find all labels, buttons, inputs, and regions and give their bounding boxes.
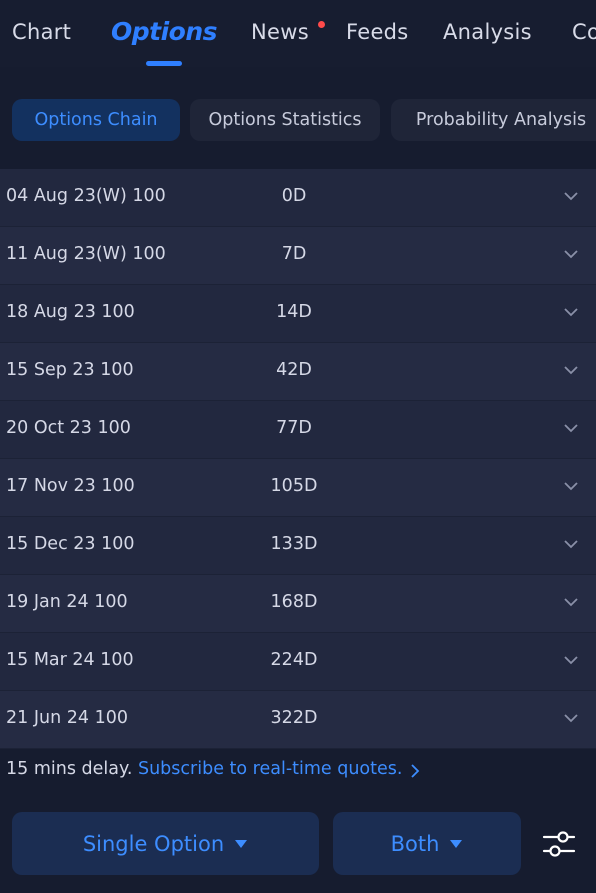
chevron-down-icon[interactable] (562, 247, 580, 261)
expiration-row[interactable]: 18 Aug 23 100 14D (0, 285, 596, 343)
nav-tab-feeds[interactable]: Feeds (346, 20, 409, 44)
days-to-expiry: 224D (270, 650, 318, 670)
notification-dot (318, 21, 325, 28)
expiration-date: 18 Aug 23 100 (6, 302, 135, 322)
expiration-date: 15 Mar 24 100 (6, 650, 134, 670)
days-to-expiry: 0D (281, 186, 307, 206)
option-type-label: Single Option (82, 831, 225, 856)
chevron-down-icon[interactable] (562, 653, 580, 667)
expiration-row[interactable]: 20 Oct 23 100 77D (0, 401, 596, 459)
chevron-down-icon[interactable] (562, 305, 580, 319)
expiration-row[interactable]: 19 Jan 24 100 168D (0, 575, 596, 633)
chevron-down-icon[interactable] (562, 595, 580, 609)
days-to-expiry: 322D (270, 708, 318, 728)
chevron-down-icon[interactable] (562, 421, 580, 435)
option-type-dropdown[interactable]: Single Option (12, 812, 319, 875)
nav-tab-overflow[interactable]: Co (572, 20, 596, 44)
nav-tab-chart[interactable]: Chart (12, 20, 71, 44)
chevron-down-icon[interactable] (562, 363, 580, 377)
expiration-date: 17 Nov 23 100 (6, 476, 135, 496)
subtab-probability-analysis[interactable]: Probability Analysis (391, 99, 596, 141)
nav-tab-options-label: Options (111, 17, 218, 46)
top-navigation: Chart Options News Feeds Analysis Co (0, 0, 596, 68)
expiration-row[interactable]: 11 Aug 23(W) 100 7D (0, 227, 596, 285)
days-to-expiry: 14D (276, 302, 312, 322)
expiration-row[interactable]: 21 Jun 24 100 322D (0, 691, 596, 749)
expiration-date: 11 Aug 23(W) 100 (6, 244, 166, 264)
caret-down-icon (235, 839, 248, 848)
chevron-down-icon[interactable] (562, 189, 580, 203)
subtab-options-statistics[interactable]: Options Statistics (190, 99, 380, 141)
expiration-date: 15 Sep 23 100 (6, 360, 134, 380)
expiration-row[interactable]: 04 Aug 23(W) 100 0D (0, 169, 596, 227)
side-dropdown[interactable]: Both (333, 812, 521, 875)
subscribe-link[interactable]: Subscribe to real-time quotes. (138, 759, 402, 779)
nav-tab-news[interactable]: News (251, 20, 309, 44)
delay-text: 15 mins delay. (6, 759, 133, 779)
expiration-date: 15 Dec 23 100 (6, 534, 135, 554)
expiration-list: 04 Aug 23(W) 100 0D 11 Aug 23(W) 100 7D 18 A… (0, 169, 596, 749)
chevron-down-icon[interactable] (562, 479, 580, 493)
expiration-row[interactable]: 17 Nov 23 100 105D (0, 459, 596, 517)
days-to-expiry: 168D (270, 592, 318, 612)
nav-tab-analysis[interactable]: Analysis (443, 20, 532, 44)
expiration-row[interactable]: 15 Dec 23 100 133D (0, 517, 596, 575)
days-to-expiry: 77D (276, 418, 312, 438)
expiration-row[interactable]: 15 Mar 24 100 224D (0, 633, 596, 691)
chevron-down-icon[interactable] (562, 711, 580, 725)
days-to-expiry: 105D (270, 476, 318, 496)
expiration-date: 04 Aug 23(W) 100 (6, 186, 166, 206)
delay-notice: 15 mins delay. Subscribe to real-time qu… (6, 759, 402, 779)
expiration-date: 21 Jun 24 100 (6, 708, 128, 728)
options-subtabs: Options Chain Options Statistics Probabi… (0, 67, 596, 169)
side-label: Both (390, 831, 440, 856)
caret-down-icon (450, 839, 463, 848)
nav-tab-options[interactable]: Options (111, 17, 218, 46)
expiration-date: 20 Oct 23 100 (6, 418, 131, 438)
filter-sliders-icon[interactable] (541, 827, 577, 861)
expiration-date: 19 Jan 24 100 (6, 592, 128, 612)
active-tab-indicator (146, 61, 182, 66)
subtab-options-chain[interactable]: Options Chain (12, 99, 180, 141)
days-to-expiry: 42D (276, 360, 312, 380)
expiration-row[interactable]: 15 Sep 23 100 42D (0, 343, 596, 401)
chevron-right-icon[interactable] (409, 763, 421, 779)
days-to-expiry: 133D (270, 534, 318, 554)
days-to-expiry: 7D (281, 244, 307, 264)
chevron-down-icon[interactable] (562, 537, 580, 551)
